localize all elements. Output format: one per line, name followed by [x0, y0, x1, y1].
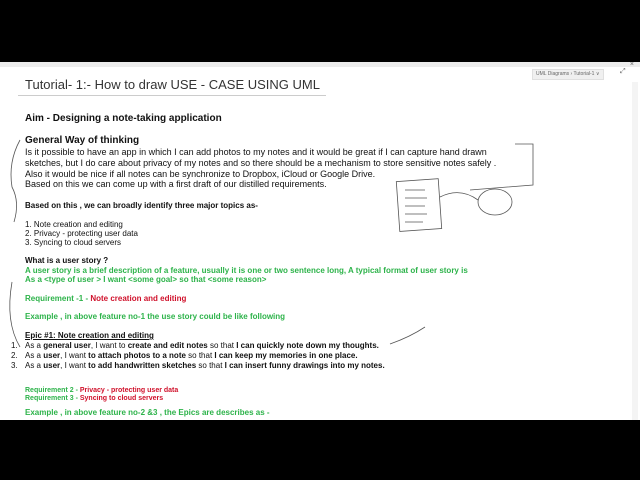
- ink-cloud-sketch: [477, 188, 513, 216]
- ink-bracket: [10, 139, 21, 223]
- ink-lines: [405, 189, 427, 223]
- ink-arrow: [9, 281, 21, 348]
- ink-notepad-sketch: [395, 178, 443, 232]
- ink-arrow: [439, 192, 479, 201]
- onenote-page: × UML Diagrams › Tutorial-1 ∨ ⤢ Tutorial…: [0, 62, 640, 420]
- ink-tick: [389, 326, 426, 345]
- ink-bracket: [469, 143, 534, 191]
- ink-annotations: [9, 139, 534, 348]
